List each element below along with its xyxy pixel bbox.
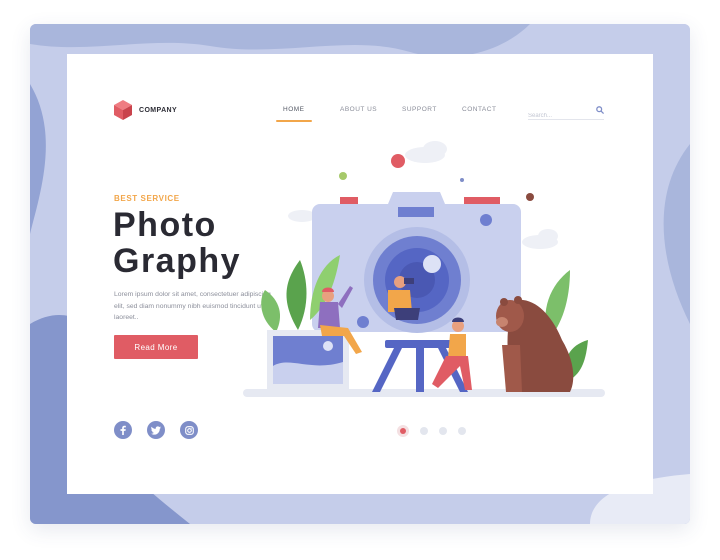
twitter-icon [151, 425, 161, 435]
slider-dot-2[interactable] [420, 427, 428, 435]
search-bar [528, 104, 604, 120]
slider-dot-4[interactable] [458, 427, 466, 435]
nav-item-about-us[interactable]: ABOUT US [340, 106, 377, 113]
decor-dot [339, 172, 347, 180]
instagram-link[interactable] [180, 421, 198, 439]
decor-dot [526, 193, 534, 201]
brand-name: COMPANY [139, 106, 178, 114]
instagram-icon [184, 425, 194, 435]
search-input[interactable] [528, 113, 590, 119]
twitter-link[interactable] [147, 421, 165, 439]
slider-dot-1[interactable] [397, 425, 409, 437]
nav-item-home[interactable]: HOME [283, 106, 305, 113]
brand-logo[interactable]: COMPANY [113, 99, 177, 121]
facebook-icon [120, 425, 126, 435]
hero-title: Photo Graphy [113, 207, 241, 279]
photography-illustration [243, 141, 605, 397]
slider-dot-3[interactable] [439, 427, 447, 435]
cube-icon [114, 100, 132, 120]
slider-pagination [397, 425, 466, 437]
nav-active-indicator [276, 120, 312, 122]
hero-eyebrow: BEST SERVICE [114, 194, 180, 203]
search-icon[interactable] [596, 106, 604, 114]
facebook-link[interactable] [114, 421, 132, 439]
hero-title-line-2: Graphy [113, 242, 242, 280]
read-more-button[interactable]: Read More [114, 335, 198, 359]
social-links [114, 421, 198, 439]
nav-item-support[interactable]: SUPPORT [402, 106, 437, 113]
decor-dot [391, 154, 405, 168]
photo-frame [267, 330, 349, 390]
decor-dot [460, 178, 464, 182]
hero-title-line-1: Photo [113, 206, 217, 244]
nav-item-contact[interactable]: CONTACT [462, 106, 496, 113]
